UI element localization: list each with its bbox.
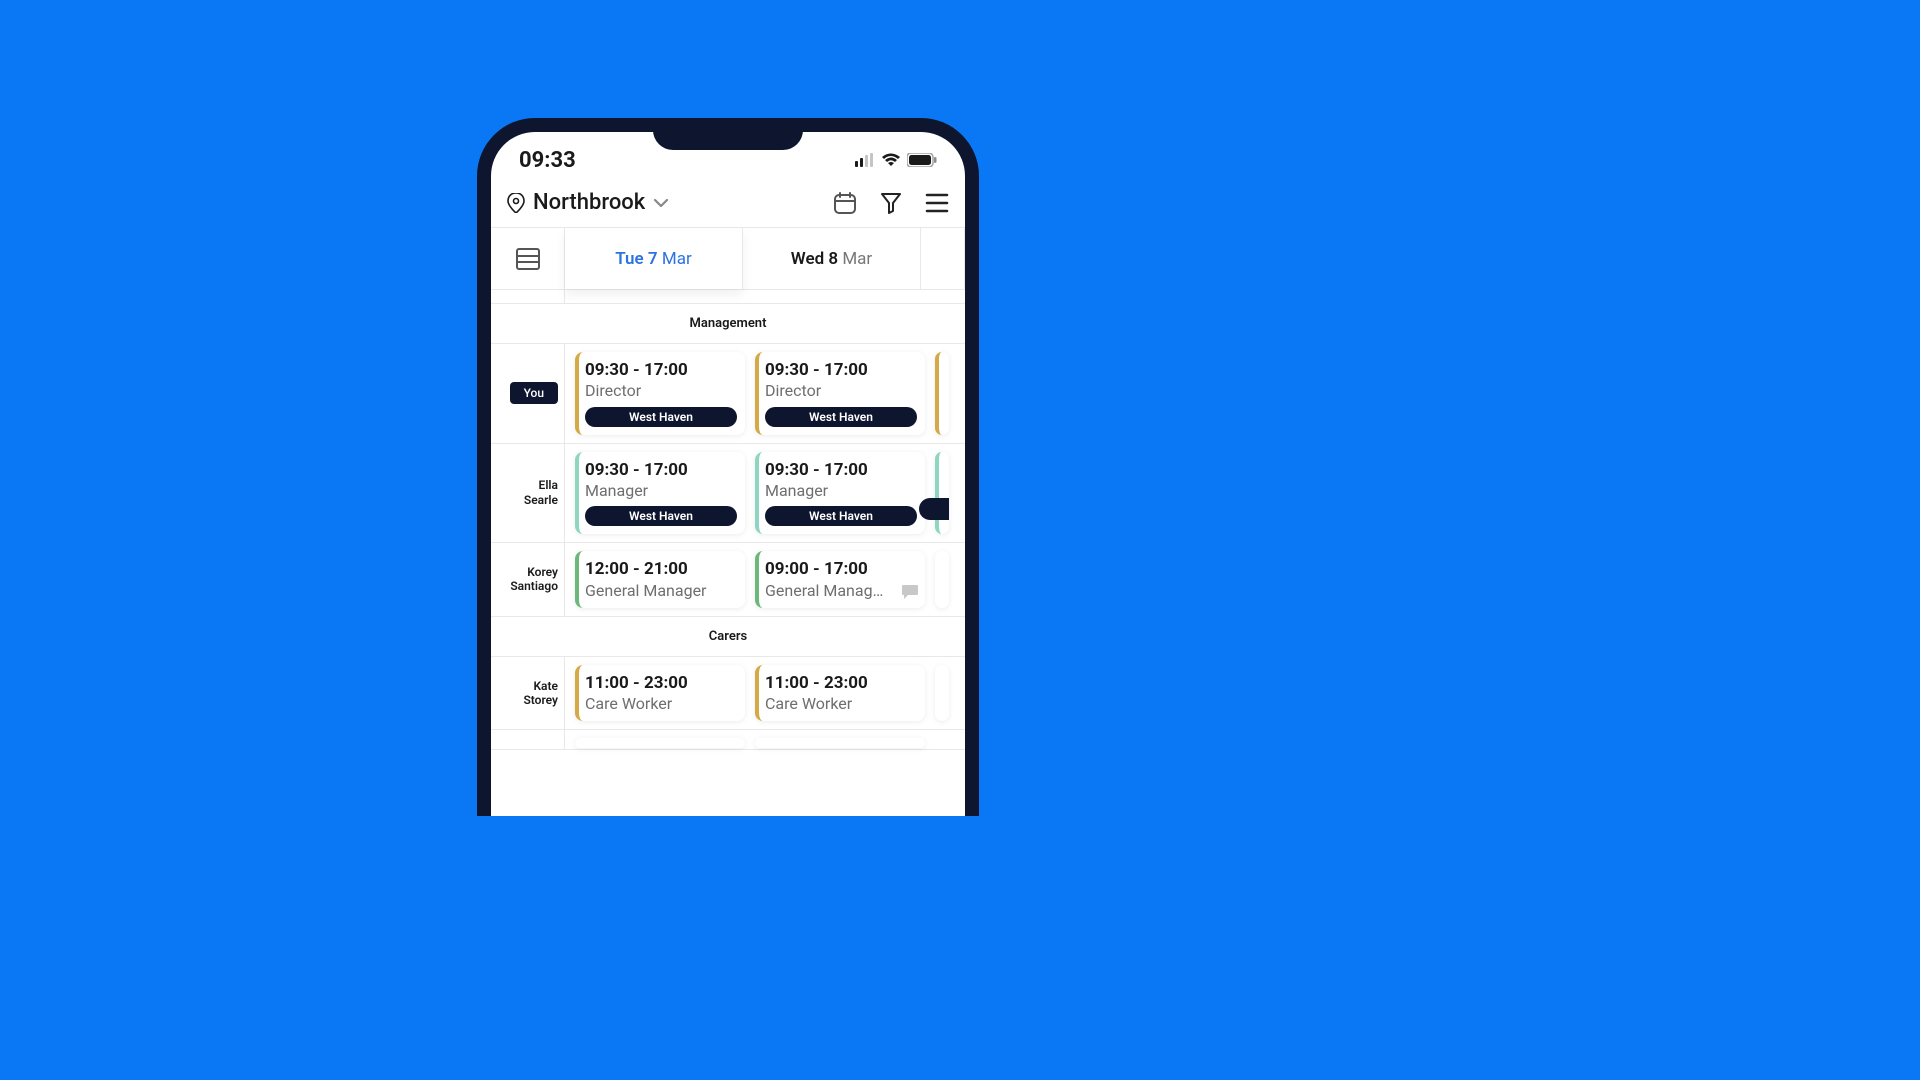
shift-time: 09:30 - 17:00	[585, 460, 737, 480]
chat-icon	[901, 584, 919, 600]
shift-location-pill: West Haven	[765, 407, 917, 427]
menu-button[interactable]	[925, 193, 949, 213]
calendar-icon	[833, 191, 857, 215]
cellular-icon	[855, 153, 875, 167]
shift-time: 09:00 - 17:00	[765, 559, 917, 579]
shift-role: Care Worker	[585, 694, 737, 713]
shift-role: Manager	[765, 481, 917, 500]
battery-icon	[907, 153, 937, 167]
shift-time: 09:30 - 17:00	[765, 360, 917, 380]
shift-card-ella-tue[interactable]: 09:30 - 17:00 Manager West Haven	[575, 452, 745, 535]
wifi-icon	[881, 153, 901, 167]
shift-time: 11:00 - 23:00	[585, 673, 737, 693]
notch	[653, 118, 803, 150]
shift-role: General Manager	[585, 581, 737, 600]
shift-card-korey-wed[interactable]: 09:00 - 17:00 General Manag…	[755, 551, 925, 608]
section-header-management: Management	[491, 304, 965, 344]
shift-time: 09:30 - 17:00	[585, 360, 737, 380]
schedule-content: Management You 09:30 - 17:00 Director We…	[491, 290, 965, 750]
shift-card-kate-tue[interactable]: 11:00 - 23:00 Care Worker	[575, 665, 745, 722]
shift-location-pill-peek	[919, 498, 949, 520]
shift-card-you-tue[interactable]: 09:30 - 17:00 Director West Haven	[575, 352, 745, 435]
row-name-you: You	[491, 344, 565, 443]
filter-icon	[879, 191, 903, 215]
shift-card-ella-wed[interactable]: 09:30 - 17:00 Manager West Haven	[755, 452, 925, 535]
location-dropdown[interactable]: Northbrook	[507, 190, 669, 215]
shift-time: 09:30 - 17:00	[765, 460, 917, 480]
tab-wed-8-mar[interactable]: Wed 8 Mar	[743, 228, 921, 289]
person-first: Korey	[527, 565, 558, 579]
person-last: Searle	[524, 493, 558, 507]
chevron-down-icon	[653, 198, 669, 208]
status-icons	[855, 153, 937, 167]
shift-card-peek[interactable]	[935, 665, 949, 722]
shift-cells: 09:30 - 17:00 Director West Haven 09:30 …	[565, 344, 965, 443]
row-name-kate: Kate Storey	[491, 657, 565, 730]
shift-card-korey-tue[interactable]: 12:00 - 21:00 General Manager	[575, 551, 745, 608]
tab-next-month: Mar	[842, 249, 872, 269]
person-last: Storey	[523, 693, 558, 707]
location-name: Northbrook	[533, 190, 645, 215]
shift-cells: 11:00 - 23:00 Care Worker 11:00 - 23:00 …	[565, 657, 965, 730]
you-pill: You	[510, 382, 558, 404]
shift-role: Director	[765, 381, 917, 400]
tab-overflow[interactable]	[921, 228, 965, 289]
shift-role: General Manag…	[765, 581, 885, 600]
filter-button[interactable]	[879, 191, 903, 215]
section-header-carers: Carers	[491, 617, 965, 657]
schedule-row-ella: Ella Searle 09:30 - 17:00 Manager West H…	[491, 444, 965, 544]
shift-card-peek[interactable]	[935, 551, 949, 608]
schedule-row-partial	[491, 730, 965, 750]
row-name-partial	[491, 730, 565, 749]
shift-time: 12:00 - 21:00	[585, 559, 737, 579]
list-view-icon	[516, 248, 540, 270]
row-name-korey: Korey Santiago	[491, 543, 565, 616]
person-first: Kate	[533, 679, 558, 693]
shift-location-pill: West Haven	[585, 407, 737, 427]
shift-card-peek[interactable]	[935, 452, 949, 535]
person-first: Ella	[539, 478, 558, 492]
schedule-row-kate: Kate Storey 11:00 - 23:00 Care Worker 11…	[491, 657, 965, 731]
shift-card-kate-wed[interactable]: 11:00 - 23:00 Care Worker	[755, 665, 925, 722]
shift-cells: 12:00 - 21:00 General Manager 09:00 - 17…	[565, 543, 965, 616]
tab-active-day: Tue 7	[615, 249, 657, 269]
schedule-row-you: You 09:30 - 17:00 Director West Haven 09…	[491, 344, 965, 444]
header-actions	[833, 191, 949, 215]
shift-role: Director	[585, 381, 737, 400]
phone-frame: 09:33	[477, 118, 979, 816]
tab-tue-7-mar[interactable]: Tue 7 Mar	[565, 228, 743, 289]
status-time: 09:33	[519, 148, 576, 173]
schedule-row-korey: Korey Santiago 12:00 - 21:00 General Man…	[491, 543, 965, 617]
shift-role: Manager	[585, 481, 737, 500]
shift-card-you-wed[interactable]: 09:30 - 17:00 Director West Haven	[755, 352, 925, 435]
shift-card-peek[interactable]	[575, 738, 745, 748]
shift-location-pill: West Haven	[585, 506, 737, 526]
app-header: Northbrook	[491, 182, 965, 228]
view-toggle-button[interactable]	[491, 228, 565, 289]
tab-active-month: Mar	[662, 249, 692, 269]
tab-next-day: Wed 8	[791, 249, 838, 269]
location-pin-icon	[507, 193, 525, 213]
hamburger-icon	[925, 193, 949, 213]
person-last: Santiago	[510, 579, 558, 593]
shift-card-peek[interactable]	[935, 352, 949, 435]
shift-cells	[565, 730, 965, 749]
date-tabs: Tue 7 Mar Wed 8 Mar	[491, 228, 965, 290]
shift-card-peek[interactable]	[755, 738, 925, 748]
shift-role: Care Worker	[765, 694, 917, 713]
shift-location-pill: West Haven	[765, 506, 917, 526]
shift-time: 11:00 - 23:00	[765, 673, 917, 693]
row-name-ella: Ella Searle	[491, 444, 565, 543]
shift-cells: 09:30 - 17:00 Manager West Haven 09:30 -…	[565, 444, 965, 543]
screen: 09:33	[491, 132, 965, 816]
calendar-button[interactable]	[833, 191, 857, 215]
